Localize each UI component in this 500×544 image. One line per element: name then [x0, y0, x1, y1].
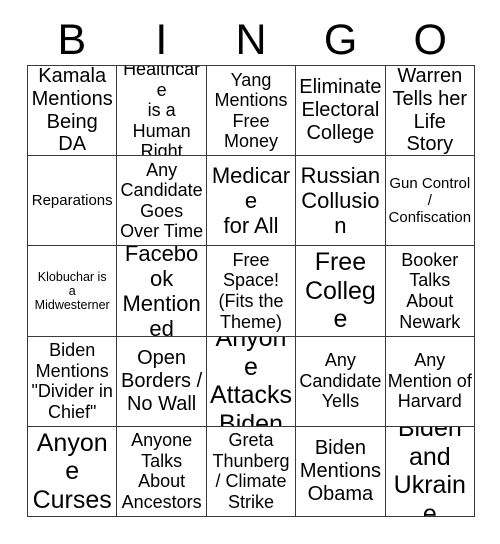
- bingo-cell-r1c2[interactable]: Healthcare is a Human Right: [117, 66, 207, 157]
- bingo-cell-label: Biden Mentions Obama: [299, 437, 381, 505]
- bingo-cell-label: Biden and Ukraine: [393, 426, 466, 517]
- bingo-header-letter-g: G: [323, 16, 358, 64]
- bingo-cell-r2c3[interactable]: Medicare for All: [206, 156, 297, 247]
- bingo-cell-r5c3[interactable]: Greta Thunberg / Climate Strike: [206, 426, 297, 517]
- bingo-cell-r4c1[interactable]: Biden Mentions "Divider in Chief": [28, 336, 118, 427]
- bingo-cell-r1c3[interactable]: Yang Mentions Free Money: [206, 66, 297, 157]
- bingo-cell-r5c4[interactable]: Biden Mentions Obama: [296, 426, 386, 517]
- bingo-card: B I N G O Kamala Mentions Being DA Healt…: [0, 0, 500, 544]
- bingo-cell-r5c1[interactable]: Anyone Curses: [28, 426, 118, 517]
- bingo-cell-label: Anyone Curses: [32, 428, 112, 514]
- bingo-cell-r2c2[interactable]: Any Candidate Goes Over Time: [117, 156, 207, 247]
- bingo-cell-r3c3-free-space[interactable]: Free Space! (Fits the Theme): [206, 246, 297, 337]
- bingo-cell-r3c5[interactable]: Booker Talks About Newark: [385, 246, 475, 337]
- bingo-cell-r3c4[interactable]: Free College: [296, 246, 386, 337]
- bingo-cell-label: Greta Thunberg / Climate Strike: [212, 430, 290, 512]
- bingo-cell-label: Facebook Mentioned: [122, 246, 201, 337]
- bingo-cell-label: Biden Mentions "Divider in Chief": [31, 340, 113, 422]
- bingo-cell-label: Gun Control / Confiscation: [388, 175, 472, 227]
- bingo-cell-label: Open Borders / No Wall: [121, 347, 203, 415]
- bingo-cell-r5c2[interactable]: Anyone Talks About Ancestors: [117, 426, 207, 517]
- bingo-cell-label: Eliminate Electoral College: [299, 76, 382, 144]
- bingo-cell-label: Healthcare is a Human Right: [123, 66, 201, 157]
- bingo-cell-label: Anyone Attacks Biden: [210, 336, 292, 427]
- bingo-cell-r4c5[interactable]: Any Mention of Harvard: [385, 336, 475, 427]
- bingo-cell-r2c5[interactable]: Gun Control / Confiscation: [385, 156, 475, 247]
- bingo-cell-r4c3[interactable]: Anyone Attacks Biden: [206, 336, 297, 427]
- bingo-cell-r1c1[interactable]: Kamala Mentions Being DA: [28, 66, 118, 157]
- bingo-header-letter-o: O: [413, 16, 447, 64]
- bingo-header-letter-n: N: [235, 16, 267, 64]
- bingo-cell-r4c4[interactable]: Any Candidate Yells: [296, 336, 386, 427]
- bingo-cell-r2c1[interactable]: Reparations: [28, 156, 118, 247]
- bingo-cell-label: Any Candidate Goes Over Time: [120, 159, 204, 242]
- bingo-cell-label: Any Candidate Yells: [299, 350, 382, 412]
- bingo-cell-label: Free Space! (Fits the Theme): [218, 249, 284, 332]
- bingo-header-letter-i: I: [155, 16, 168, 64]
- bingo-cell-label: Free College: [304, 248, 376, 334]
- bingo-cell-label: Klobuchar is a Midwesterner: [34, 269, 110, 313]
- bingo-cell-label: Warren Tells her Life Story: [392, 66, 468, 156]
- bingo-cell-label: Kamala Mentions Being DA: [31, 66, 113, 156]
- bingo-cell-label: Any Mention of Harvard: [387, 350, 472, 412]
- bingo-cell-r5c5[interactable]: Biden and Ukraine: [385, 426, 475, 517]
- bingo-cell-label: Reparations: [31, 192, 113, 210]
- bingo-cell-r4c2[interactable]: Open Borders / No Wall: [117, 336, 207, 427]
- bingo-grid: Kamala Mentions Being DA Healthcare is a…: [27, 65, 475, 517]
- bingo-cell-r3c2[interactable]: Facebook Mentioned: [117, 246, 207, 337]
- bingo-header-row: B I N G O: [27, 16, 475, 65]
- bingo-cell-label: Booker Talks About Newark: [399, 249, 461, 332]
- bingo-cell-label: Anyone Talks About Ancestors: [121, 430, 202, 512]
- bingo-cell-label: Yang Mentions Free Money: [214, 69, 288, 152]
- bingo-cell-r3c1[interactable]: Klobuchar is a Midwesterner: [28, 246, 118, 337]
- bingo-cell-r1c5[interactable]: Warren Tells her Life Story: [385, 66, 475, 157]
- bingo-cell-label: Medicare for All: [211, 163, 291, 239]
- bingo-cell-r1c4[interactable]: Eliminate Electoral College: [296, 66, 386, 157]
- bingo-cell-r2c4[interactable]: Russian Collusion: [296, 156, 386, 247]
- bingo-header-letter-b: B: [57, 16, 87, 64]
- bingo-cell-label: Russian Collusion: [300, 163, 381, 239]
